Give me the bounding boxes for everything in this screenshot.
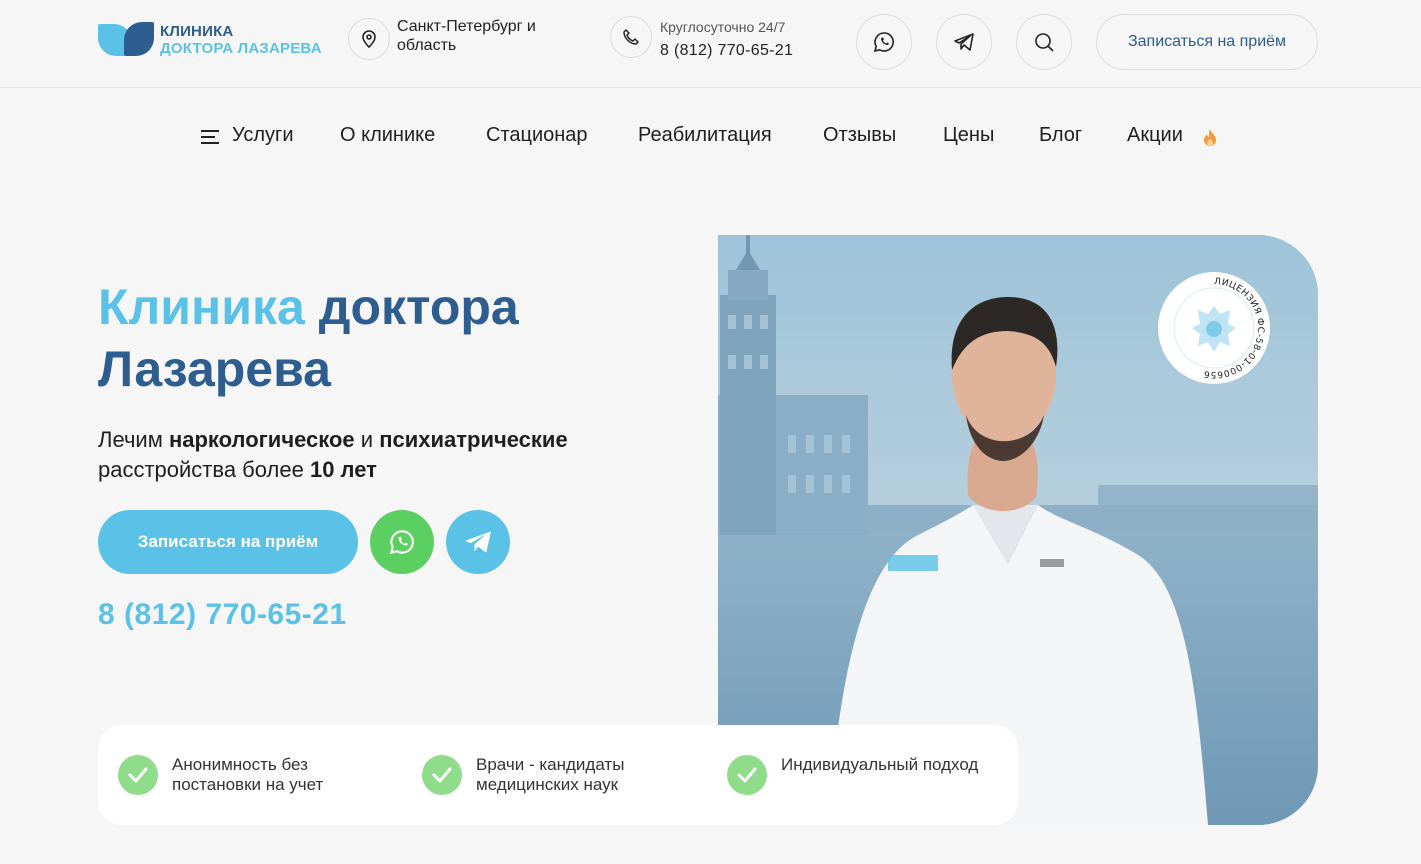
header-phone-block: Круглосуточно 24/7 8 (812) 770-65-21 [660, 18, 793, 62]
location-text: Санкт-Петербург и область [397, 18, 536, 54]
hero-title-part1: доктора [318, 279, 519, 335]
nav-item-services[interactable]: Услуги [232, 124, 294, 147]
hero-telegram-button[interactable] [446, 510, 510, 574]
feature-text: Индивидуальный подход [781, 755, 979, 774]
license-badge: ЛИЦЕНЗИЯ ФС-58-01-000656 [1158, 272, 1270, 384]
location-pin-icon [348, 18, 390, 60]
feature-text: Врачи - кандидаты медицинских наук [476, 755, 625, 794]
logo-line-1: КЛИНИКА [160, 23, 234, 40]
hero-title-part2: Лазарева [98, 341, 331, 397]
hero-sub-bold-1: наркологическое [168, 427, 355, 452]
hero-appointment-button[interactable]: Записаться на приём [98, 510, 358, 574]
logo-line-2: ДОКТОРА ЛАЗАРЕВА [160, 40, 322, 57]
check-icon [118, 755, 158, 795]
telegram-icon [954, 33, 974, 51]
nav-item-reviews[interactable]: Отзывы [823, 124, 896, 147]
nav-item-blog[interactable]: Блог [1039, 124, 1082, 147]
hero-sub-text-3: расстройства более [98, 457, 310, 482]
hero-subtitle: Лечим наркологическое и психиатрические … [98, 425, 678, 485]
whatsapp-button[interactable] [856, 14, 912, 70]
check-icon [727, 755, 767, 795]
nav-item-rehab[interactable]: Реабилитация [638, 124, 772, 147]
check-icon [422, 755, 462, 795]
nav-item-hospital[interactable]: Стационар [486, 124, 588, 147]
phone-hours-label: Круглосуточно 24/7 [660, 19, 786, 35]
telegram-icon [465, 531, 491, 553]
hero-sub-text-1: Лечим [98, 427, 169, 452]
clinic-logo[interactable]: КЛИНИКА ДОКТОРА ЛАЗАРЕВА [98, 22, 322, 58]
feature-item: Анонимность без постановки на учет [118, 755, 372, 795]
search-button[interactable] [1016, 14, 1072, 70]
hero-sub-bold-3: 10 лет [309, 457, 377, 482]
header-appointment-button[interactable]: Записаться на приём [1096, 14, 1318, 70]
hero-whatsapp-button[interactable] [370, 510, 434, 574]
nav-item-promos[interactable]: Акции [1127, 124, 1183, 147]
menu-burger-icon[interactable] [201, 130, 219, 144]
phone-icon [610, 16, 652, 58]
coat-of-arms-icon [1192, 306, 1236, 352]
main-nav: Услуги О клинике Стационар Реабилитация … [0, 120, 1421, 154]
nav-item-about[interactable]: О клинике [340, 124, 435, 147]
hero-sub-text-2: и [354, 427, 380, 452]
feature-item: Индивидуальный подход [727, 755, 981, 795]
logo-leaf-icon [98, 22, 156, 58]
hero-title-accent: Клиника [98, 279, 305, 335]
hero-phone-link[interactable]: 8 (812) 770-65-21 [98, 598, 347, 632]
search-icon [1035, 33, 1054, 52]
feature-text: Анонимность без постановки на учет [172, 755, 324, 794]
whatsapp-icon [389, 530, 414, 555]
whatsapp-icon [873, 32, 894, 53]
features-panel: Анонимность без постановки на учет Врачи… [98, 725, 1018, 825]
hero-sub-bold-2: психиатрические [379, 427, 568, 452]
fire-icon [1204, 129, 1216, 146]
telegram-button[interactable] [936, 14, 992, 70]
nav-item-prices[interactable]: Цены [943, 124, 994, 147]
site-header: КЛИНИКА ДОКТОРА ЛАЗАРЕВА Санкт-Петербург… [0, 0, 1421, 88]
header-phone-link[interactable]: 8 (812) 770-65-21 [660, 40, 793, 62]
hero-title: Клиника доктора Лазарева [98, 276, 698, 400]
feature-item: Врачи - кандидаты медицинских наук [422, 755, 676, 795]
